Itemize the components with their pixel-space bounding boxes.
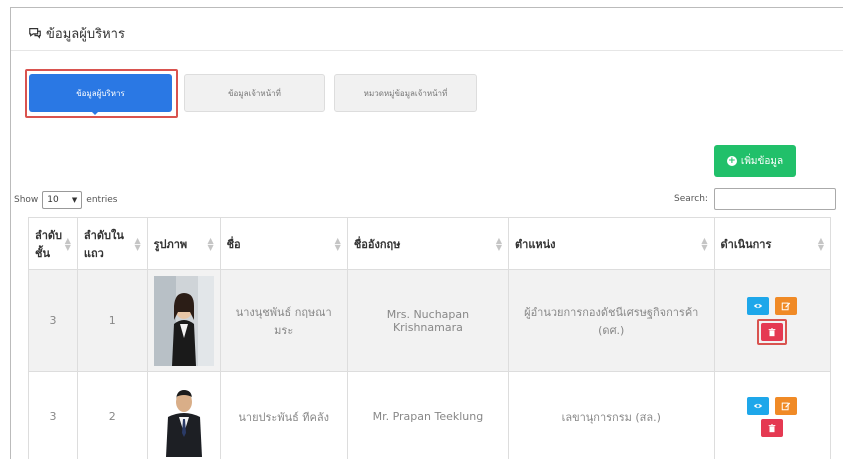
length-menu: Show 10 ▼ entries (14, 191, 118, 209)
table-row: 3 1 นางนุชพันธ์ กฤษณามระ Mrs. Nuchapan K… (28, 269, 832, 372)
active-tab-caret (90, 110, 100, 115)
header-divider (11, 50, 843, 51)
col-header-level[interactable]: ลำดับชั้น ▲ ▼ (28, 217, 78, 270)
cell-photo (146, 371, 221, 459)
cell-level: 3 (28, 371, 78, 459)
page-title: ข้อมูลผู้บริหาร (46, 26, 125, 42)
cell-name-en: Mr. Prapan Teeklung (346, 371, 510, 459)
tab-executives[interactable]: ข้อมูลผู้บริหาร (29, 74, 172, 112)
edit-button[interactable] (775, 396, 798, 415)
eye-icon (754, 303, 763, 308)
executives-table: ลำดับชั้น ▲ ▼ ลำดับในแถว ▲ ▼ รูปภาพ ▲ ▼ ชื่อ ▲ ▼… (28, 217, 832, 459)
table-row: 3 2 นายประพันธ์ ทีคลัง Mr. Prapan Teeklu… (28, 371, 832, 459)
show-label: Show (14, 195, 39, 205)
delete-button[interactable] (761, 418, 784, 437)
executive-photo (153, 275, 214, 366)
chat-icon (29, 28, 41, 39)
col-header-position[interactable]: ตำแหน่ง ▲ ▼ (508, 217, 715, 270)
sort-icon: ▲ ▼ (334, 235, 341, 252)
sort-icon: ▲ ▼ (701, 235, 708, 252)
plus-icon: + (726, 156, 737, 166)
sort-icon: ▲ ▼ (134, 235, 141, 252)
entries-value: 10 (47, 195, 59, 205)
delete-highlight (757, 318, 788, 345)
entries-label: entries (86, 195, 118, 205)
add-button[interactable]: + เพิ่มข้อมูล (714, 145, 796, 177)
table-header-row: ลำดับชั้น ▲ ▼ ลำดับในแถว ▲ ▼ รูปภาพ ▲ ▼ ชื่อ ▲ ▼… (28, 217, 832, 270)
tab-staff-categories[interactable]: หมวดหมู่ข้อมูลเจ้าหน้าที่ (334, 74, 477, 112)
cell-name-en: Mrs. Nuchapan Krishnamara (346, 269, 510, 372)
col-header-order[interactable]: ลำดับในแถว ▲ ▼ (76, 217, 148, 270)
sort-icon: ▲ ▼ (495, 235, 502, 252)
sort-icon: ▲ ▼ (207, 235, 214, 252)
entries-select[interactable]: 10 ▼ (42, 191, 83, 209)
col-header-photo[interactable]: รูปภาพ ▲ ▼ (146, 217, 221, 270)
tab-staff[interactable]: ข้อมูลเจ้าหน้าที่ (184, 74, 325, 112)
delete-button[interactable] (761, 322, 784, 341)
edit-button[interactable] (775, 296, 798, 315)
page-header: ข้อมูลผู้บริหาร (28, 22, 125, 44)
sort-icon: ▲ ▼ (64, 235, 71, 252)
col-header-actions[interactable]: ดำเนินการ ▲ ▼ (713, 217, 832, 270)
view-button[interactable] (747, 296, 770, 315)
trash-icon (768, 327, 776, 336)
col-header-name[interactable]: ชื่อ ▲ ▼ (219, 217, 348, 270)
add-button-label: เพิ่มข้อมูล (740, 155, 784, 167)
cell-order: 2 (76, 371, 148, 459)
view-button[interactable] (747, 396, 770, 415)
cell-actions (713, 269, 832, 372)
cell-level: 3 (28, 269, 78, 372)
chevron-down-icon: ▼ (71, 196, 78, 204)
col-header-name-en[interactable]: ชื่ออังกฤษ ▲ ▼ (346, 217, 510, 270)
edit-icon (782, 302, 791, 310)
eye-icon (754, 403, 763, 408)
cell-actions (713, 371, 832, 459)
cell-photo (146, 269, 221, 372)
cell-position: ผู้อำนวยการกองดัชนีเศรษฐกิจการค้า (ดศ.) (508, 269, 715, 372)
trash-icon (768, 423, 776, 432)
search-input[interactable] (713, 188, 836, 210)
cell-order: 1 (76, 269, 148, 372)
search-area: Search: (674, 188, 836, 210)
cell-name: นางนุชพันธ์ กฤษณามระ (219, 269, 348, 372)
edit-icon (782, 402, 791, 410)
cell-position: เลขานุการกรม (สล.) (508, 371, 715, 459)
cell-name: นายประพันธ์ ทีคลัง (219, 371, 348, 459)
sort-icon: ▲ ▼ (817, 235, 824, 252)
executive-photo (153, 376, 214, 457)
search-label: Search: (674, 194, 708, 204)
